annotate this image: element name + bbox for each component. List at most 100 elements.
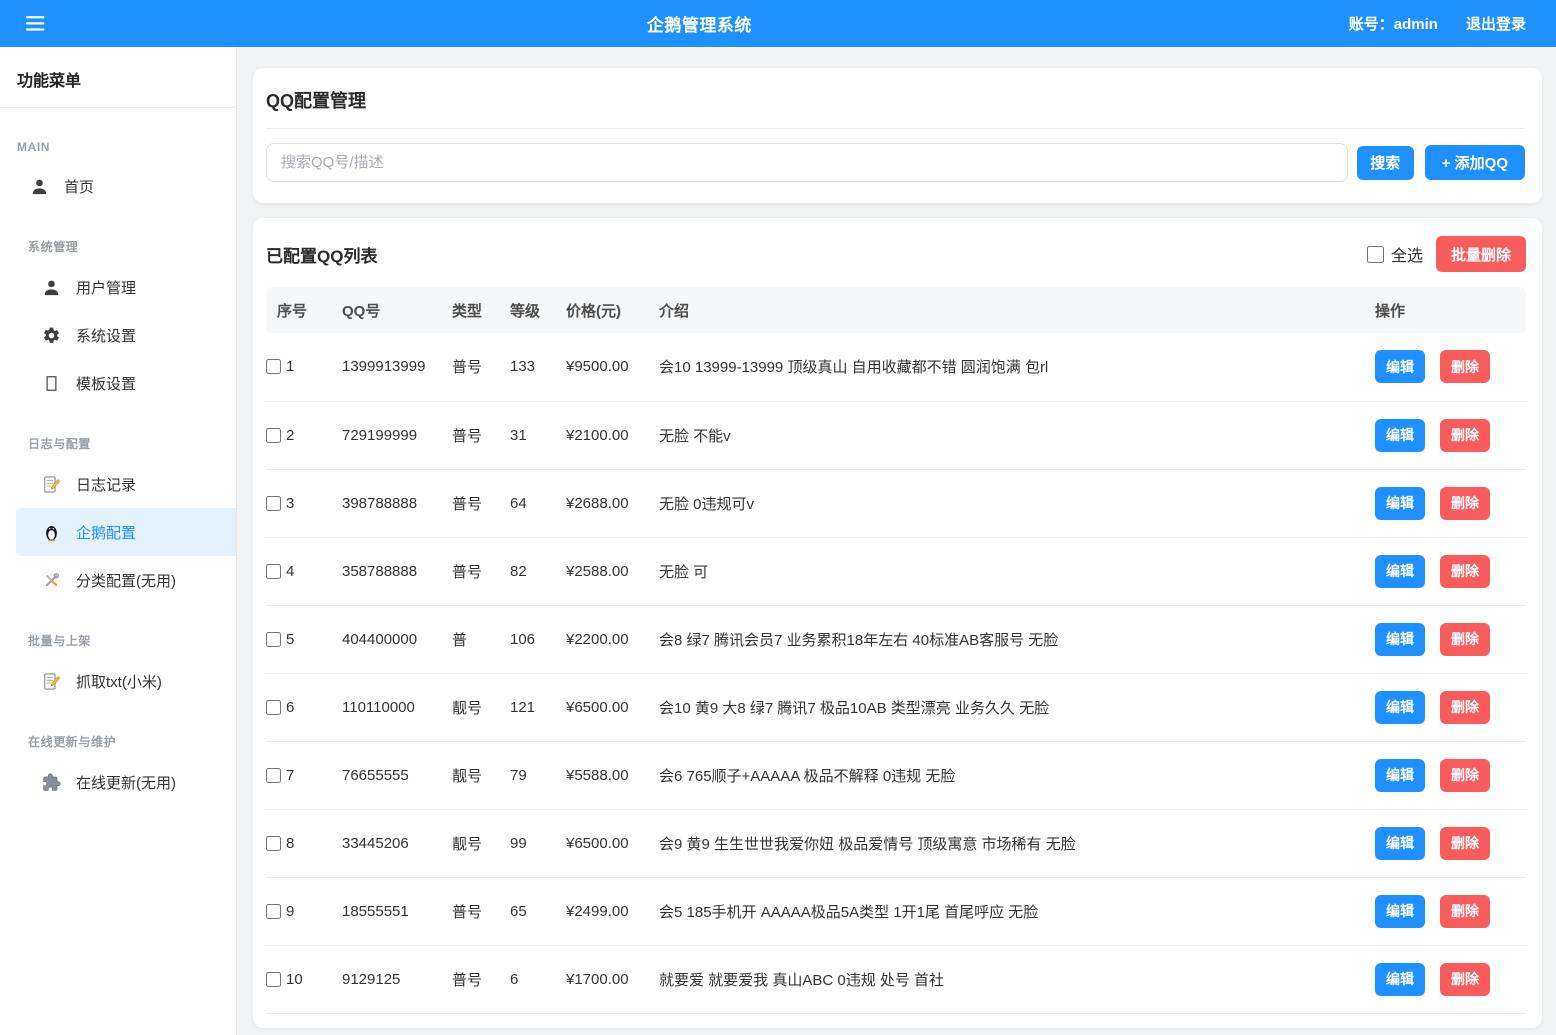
row-level: 99 <box>510 809 566 877</box>
edit-button[interactable]: 编辑 <box>1375 487 1425 520</box>
batch-delete-button[interactable]: 批量删除 <box>1436 236 1526 272</box>
row-description: 无脸 不能v <box>659 401 1375 469</box>
sidebar-item[interactable]: 在线更新(无用) <box>0 758 236 806</box>
delete-button[interactable]: 删除 <box>1440 759 1490 792</box>
edit-button[interactable]: 编辑 <box>1375 623 1425 656</box>
sidebar-item-label: 首页 <box>64 176 94 197</box>
logout-link[interactable]: 退出登录 <box>1466 13 1526 34</box>
qq-list-card: 已配置QQ列表 全选 批量删除 <box>253 218 1542 1028</box>
row-type: 普号 <box>452 945 510 1013</box>
sidebar-item[interactable]: 首页 <box>0 162 236 210</box>
sidebar-nav: MAIN首页系统管理用户管理系统设置模板设置日志与配置日志记录企鹅配置分类配置(… <box>0 140 236 806</box>
table-row: 2 729199999 普号 31 ¥2100.00 无脸 不能v 编辑 删除 <box>266 401 1526 469</box>
edit-button[interactable]: 编辑 <box>1375 963 1425 996</box>
row-checkbox[interactable] <box>266 564 281 579</box>
row-checkbox[interactable] <box>266 904 281 919</box>
row-type: 普 <box>452 605 510 673</box>
table-row: 8 33445206 靓号 99 ¥6500.00 会9 黄9 生生世世我爱你妞… <box>266 809 1526 877</box>
sidebar-item[interactable]: 抓取txt(小米) <box>0 657 236 705</box>
edit-button[interactable]: 编辑 <box>1375 691 1425 724</box>
row-description: 无脸 可 <box>659 537 1375 605</box>
row-qq-number: 729199999 <box>342 401 452 469</box>
row-index: 5 <box>286 631 294 648</box>
row-checkbox[interactable] <box>266 496 281 511</box>
edit-button[interactable]: 编辑 <box>1375 759 1425 792</box>
delete-button[interactable]: 删除 <box>1440 963 1490 996</box>
app-window: 企鹅管理系统 账号：admin 退出登录 功能菜单 MAIN首页系统管理用户管理… <box>0 0 1556 1035</box>
row-checkbox[interactable] <box>266 700 281 715</box>
row-checkbox[interactable] <box>266 428 281 443</box>
edit-button[interactable]: 编辑 <box>1375 350 1425 383</box>
row-price: ¥5588.00 <box>566 741 659 809</box>
sidebar-item[interactable]: 系统设置 <box>0 311 236 359</box>
delete-button[interactable]: 删除 <box>1440 827 1490 860</box>
row-checkbox[interactable] <box>266 359 281 374</box>
menu-icon[interactable] <box>26 14 50 34</box>
row-price: ¥6500.00 <box>566 809 659 877</box>
sidebar-item[interactable]: 模板设置 <box>0 359 236 407</box>
memo-icon <box>42 475 61 494</box>
row-qq-number: 33445206 <box>342 809 452 877</box>
sidebar-item[interactable]: 企鹅配置 <box>16 508 236 556</box>
col-header-price: 价格(元) <box>566 287 659 333</box>
row-qq-number: 1399913999 <box>342 333 452 401</box>
select-all[interactable]: 全选 <box>1367 242 1423 266</box>
row-qq-number: 398788888 <box>342 469 452 537</box>
row-price: ¥9500.00 <box>566 333 659 401</box>
sidebar-section: MAIN首页 <box>0 140 236 210</box>
row-type: 普号 <box>452 333 510 401</box>
edit-button[interactable]: 编辑 <box>1375 895 1425 928</box>
row-qq-number: 18555551 <box>342 877 452 945</box>
delete-button[interactable]: 删除 <box>1440 691 1490 724</box>
row-level: 6 <box>510 945 566 1013</box>
delete-button[interactable]: 删除 <box>1440 895 1490 928</box>
sidebar-section: 系统管理用户管理系统设置模板设置 <box>0 238 236 407</box>
delete-button[interactable]: 删除 <box>1440 623 1490 656</box>
search-input[interactable] <box>266 143 1348 182</box>
row-index: 6 <box>286 699 294 716</box>
row-price: ¥2200.00 <box>566 605 659 673</box>
search-button[interactable]: 搜索 <box>1357 146 1414 180</box>
row-type: 靓号 <box>452 673 510 741</box>
template-icon <box>42 374 61 393</box>
row-level: 31 <box>510 401 566 469</box>
row-description: 会10 黄9 大8 绿7 腾讯7 极品10AB 类型漂亮 业务久久 无脸 <box>659 673 1375 741</box>
sidebar-section-label: 在线更新与维护 <box>0 733 236 750</box>
config-card-title: QQ配置管理 <box>266 87 1525 113</box>
delete-button[interactable]: 删除 <box>1440 555 1490 588</box>
list-controls: 全选 批量删除 <box>1367 236 1526 272</box>
row-checkbox[interactable] <box>266 768 281 783</box>
row-level: 121 <box>510 673 566 741</box>
row-checkbox[interactable] <box>266 972 281 987</box>
row-type: 靓号 <box>452 809 510 877</box>
gear-icon <box>42 326 61 345</box>
row-level: 106 <box>510 605 566 673</box>
row-index: 10 <box>286 971 303 988</box>
edit-button[interactable]: 编辑 <box>1375 827 1425 860</box>
row-description: 会9 黄9 生生世世我爱你妞 极品爱情号 顶级寓意 市场稀有 无脸 <box>659 809 1375 877</box>
delete-button[interactable]: 删除 <box>1440 487 1490 520</box>
sidebar-item-label: 用户管理 <box>76 277 136 298</box>
edit-button[interactable]: 编辑 <box>1375 555 1425 588</box>
edit-button[interactable]: 编辑 <box>1375 419 1425 452</box>
qq-config-card: QQ配置管理 搜索 + 添加QQ <box>253 68 1542 203</box>
sidebar-item[interactable]: 用户管理 <box>0 263 236 311</box>
sidebar-item[interactable]: 日志记录 <box>0 460 236 508</box>
row-index: 1 <box>286 358 294 375</box>
table-row: 1 1399913999 普号 133 ¥9500.00 会10 13999-1… <box>266 333 1526 401</box>
row-price: ¥2499.00 <box>566 877 659 945</box>
delete-button[interactable]: 删除 <box>1440 350 1490 383</box>
puzzle-icon <box>42 773 61 792</box>
row-checkbox[interactable] <box>266 632 281 647</box>
sidebar-item-label: 在线更新(无用) <box>76 772 176 793</box>
delete-button[interactable]: 删除 <box>1440 419 1490 452</box>
row-index: 8 <box>286 835 294 852</box>
sidebar-section: 日志与配置日志记录企鹅配置分类配置(无用) <box>0 435 236 604</box>
row-checkbox[interactable] <box>266 836 281 851</box>
sidebar: 功能菜单 MAIN首页系统管理用户管理系统设置模板设置日志与配置日志记录企鹅配置… <box>0 47 237 1035</box>
table-row: 6 110110000 靓号 121 ¥6500.00 会10 黄9 大8 绿7… <box>266 673 1526 741</box>
add-qq-button[interactable]: + 添加QQ <box>1425 145 1525 180</box>
sidebar-item[interactable]: 分类配置(无用) <box>0 556 236 604</box>
select-all-checkbox[interactable] <box>1367 246 1384 263</box>
sidebar-section: 在线更新与维护在线更新(无用) <box>0 733 236 806</box>
